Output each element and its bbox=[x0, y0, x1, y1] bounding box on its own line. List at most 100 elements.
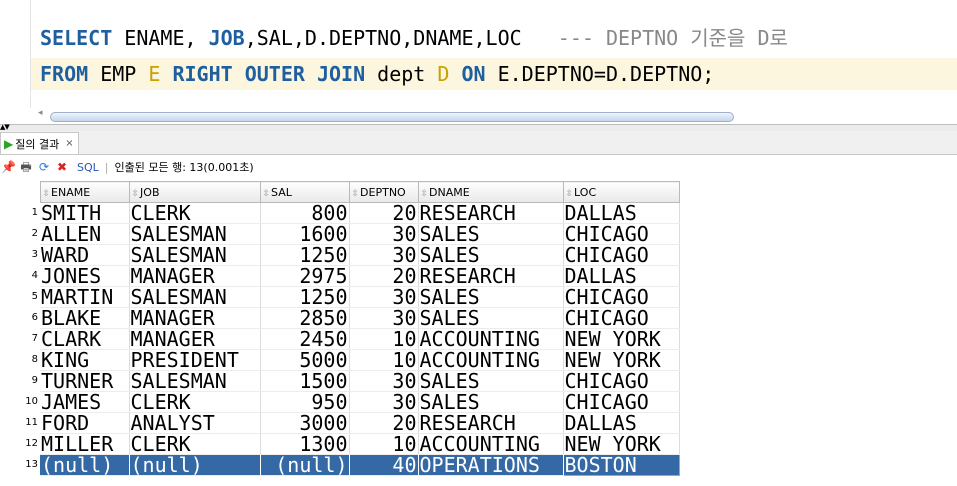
cell-loc[interactable]: NEW YORK bbox=[563, 328, 680, 350]
cell-job[interactable]: CLERK bbox=[129, 391, 261, 413]
cell-ename[interactable]: JONES bbox=[40, 265, 130, 287]
cell-dname[interactable]: ACCOUNTING bbox=[418, 328, 564, 350]
cell-deptno[interactable]: 30 bbox=[349, 286, 419, 308]
cell-deptno[interactable]: 30 bbox=[349, 391, 419, 413]
cell-sal[interactable]: (null) bbox=[260, 454, 350, 476]
cell-job[interactable]: SALESMAN bbox=[129, 223, 261, 245]
editor-horizontal-scrollbar[interactable]: ◂ bbox=[36, 108, 957, 122]
table-row[interactable]: 5 MARTIN SALESMAN 1250 30 SALES CHICAGO bbox=[0, 286, 680, 308]
cell-dname[interactable]: RESEARCH bbox=[418, 265, 564, 287]
table-row[interactable]: 8 KING PRESIDENT 5000 10 ACCOUNTING NEW YORK bbox=[0, 349, 680, 371]
cell-dname[interactable]: SALES bbox=[418, 223, 564, 245]
cell-deptno[interactable]: 30 bbox=[349, 307, 419, 329]
table-row[interactable]: 9 TURNER SALESMAN 1500 30 SALES CHICAGO bbox=[0, 370, 680, 392]
column-header-ename[interactable]: ⇳ENAME bbox=[39, 181, 130, 203]
cell-job[interactable]: (null) bbox=[129, 454, 261, 476]
cell-dname[interactable]: SALES bbox=[418, 370, 564, 392]
cell-dname[interactable]: ACCOUNTING bbox=[418, 349, 564, 371]
cell-sal[interactable]: 2450 bbox=[260, 328, 350, 350]
table-row[interactable]: 11 FORD ANALYST 3000 20 RESEARCH DALLAS bbox=[0, 412, 680, 434]
cell-deptno[interactable]: 30 bbox=[349, 244, 419, 266]
cell-sal[interactable]: 1250 bbox=[260, 286, 350, 308]
cell-job[interactable]: PRESIDENT bbox=[129, 349, 261, 371]
cancel-icon[interactable]: ✖ bbox=[55, 160, 69, 174]
table-row[interactable]: 12 MILLER CLERK 1300 10 ACCOUNTING NEW YORK bbox=[0, 433, 680, 455]
cell-loc[interactable]: CHICAGO bbox=[563, 370, 680, 392]
code-line-1[interactable]: SELECT ENAME, JOB,SAL,D.DEPTNO,DNAME,LOC… bbox=[40, 22, 788, 54]
code-line-2-current[interactable]: FROM EMP E RIGHT OUTER JOIN dept D ON E.… bbox=[31, 58, 957, 90]
cell-deptno[interactable]: 30 bbox=[349, 370, 419, 392]
cell-sal[interactable]: 5000 bbox=[260, 349, 350, 371]
table-row[interactable]: 6 BLAKE MANAGER 2850 30 SALES CHICAGO bbox=[0, 307, 680, 329]
table-row[interactable]: 7 CLARK MANAGER 2450 10 ACCOUNTING NEW YORK bbox=[0, 328, 680, 350]
scroll-left-arrow-icon[interactable]: ◂ bbox=[38, 108, 43, 118]
close-tab-icon[interactable]: × bbox=[65, 138, 73, 149]
cell-job[interactable]: SALESMAN bbox=[129, 370, 261, 392]
scrollbar-thumb[interactable] bbox=[50, 112, 734, 122]
cell-sal[interactable]: 1250 bbox=[260, 244, 350, 266]
tab-query-result[interactable]: ▶ 질의 결과 × bbox=[0, 132, 79, 154]
cell-sal[interactable]: 2850 bbox=[260, 307, 350, 329]
table-row[interactable]: 4 JONES MANAGER 2975 20 RESEARCH DALLAS bbox=[0, 265, 680, 287]
cell-loc[interactable]: CHICAGO bbox=[563, 244, 680, 266]
cell-dname[interactable]: OPERATIONS bbox=[418, 454, 564, 476]
cell-ename[interactable]: MILLER bbox=[40, 433, 130, 455]
table-row[interactable]: 2 ALLEN SALESMAN 1600 30 SALES CHICAGO bbox=[0, 223, 680, 245]
results-grid[interactable]: ⇳ENAME ⇳JOB ⇳SAL ⇳DEPTNO ⇳DNAME ⇳LOC 1 SM… bbox=[0, 181, 680, 476]
cell-dname[interactable]: ACCOUNTING bbox=[418, 433, 564, 455]
cell-ename[interactable]: WARD bbox=[40, 244, 130, 266]
cell-deptno[interactable]: 30 bbox=[349, 223, 419, 245]
cell-loc[interactable]: CHICAGO bbox=[563, 223, 680, 245]
cell-loc[interactable]: NEW YORK bbox=[563, 433, 680, 455]
table-row[interactable]: 10 JAMES CLERK 950 30 SALES CHICAGO bbox=[0, 391, 680, 413]
cell-ename[interactable]: CLARK bbox=[40, 328, 130, 350]
cell-ename[interactable]: JAMES bbox=[40, 391, 130, 413]
cell-deptno[interactable]: 10 bbox=[349, 328, 419, 350]
column-header-loc[interactable]: ⇳LOC bbox=[562, 181, 680, 203]
cell-loc[interactable]: BOSTON bbox=[562, 454, 680, 476]
cell-job[interactable]: SALESMAN bbox=[129, 286, 261, 308]
cell-sal[interactable]: 3000 bbox=[260, 412, 350, 434]
cell-deptno[interactable]: 10 bbox=[349, 349, 419, 371]
cell-deptno[interactable]: 40 bbox=[349, 454, 419, 476]
cell-job[interactable]: CLERK bbox=[129, 433, 261, 455]
cell-loc[interactable]: CHICAGO bbox=[563, 286, 680, 308]
cell-ename[interactable]: TURNER bbox=[40, 370, 130, 392]
cell-dname[interactable]: SALES bbox=[418, 307, 564, 329]
cell-ename[interactable]: MARTIN bbox=[40, 286, 130, 308]
cell-sal[interactable]: 950 bbox=[260, 391, 350, 413]
cell-sal[interactable]: 2975 bbox=[260, 265, 350, 287]
cell-dname[interactable]: SALES bbox=[418, 286, 564, 308]
cell-loc[interactable]: NEW YORK bbox=[563, 349, 680, 371]
cell-loc[interactable]: CHICAGO bbox=[563, 391, 680, 413]
cell-loc[interactable]: DALLAS bbox=[563, 202, 680, 224]
print-icon[interactable]: 🖶 bbox=[19, 160, 33, 174]
cell-ename[interactable]: (null) bbox=[40, 454, 130, 476]
cell-deptno[interactable]: 20 bbox=[349, 202, 419, 224]
refresh-icon[interactable]: ⟳ bbox=[37, 160, 51, 174]
cell-dname[interactable]: RESEARCH bbox=[418, 202, 564, 224]
cell-job[interactable]: ANALYST bbox=[129, 412, 261, 434]
cell-job[interactable]: CLERK bbox=[129, 202, 261, 224]
cell-dname[interactable]: RESEARCH bbox=[418, 412, 564, 434]
cell-loc[interactable]: DALLAS bbox=[563, 412, 680, 434]
table-row[interactable]: 1 SMITH CLERK 800 20 RESEARCH DALLAS bbox=[0, 202, 680, 224]
cell-ename[interactable]: FORD bbox=[40, 412, 130, 434]
table-row[interactable]: 3 WARD SALESMAN 1250 30 SALES CHICAGO bbox=[0, 244, 680, 266]
splitter-arrows-icon[interactable]: ▲▼ bbox=[0, 123, 10, 131]
column-header-deptno[interactable]: ⇳DEPTNO bbox=[348, 181, 419, 203]
cell-loc[interactable]: CHICAGO bbox=[563, 307, 680, 329]
cell-deptno[interactable]: 10 bbox=[349, 433, 419, 455]
column-header-job[interactable]: ⇳JOB bbox=[128, 181, 261, 203]
cell-dname[interactable]: SALES bbox=[418, 391, 564, 413]
table-row[interactable]: 13 (null) (null) (null) 40 OPERATIONS BOSTON bbox=[0, 454, 680, 476]
column-header-dname[interactable]: ⇳DNAME bbox=[417, 181, 564, 203]
cell-sal[interactable]: 1500 bbox=[260, 370, 350, 392]
cell-deptno[interactable]: 20 bbox=[349, 265, 419, 287]
cell-ename[interactable]: KING bbox=[40, 349, 130, 371]
cell-job[interactable]: MANAGER bbox=[129, 328, 261, 350]
cell-dname[interactable]: SALES bbox=[418, 244, 564, 266]
cell-ename[interactable]: ALLEN bbox=[40, 223, 130, 245]
cell-sal[interactable]: 1600 bbox=[260, 223, 350, 245]
cell-sal[interactable]: 1300 bbox=[260, 433, 350, 455]
